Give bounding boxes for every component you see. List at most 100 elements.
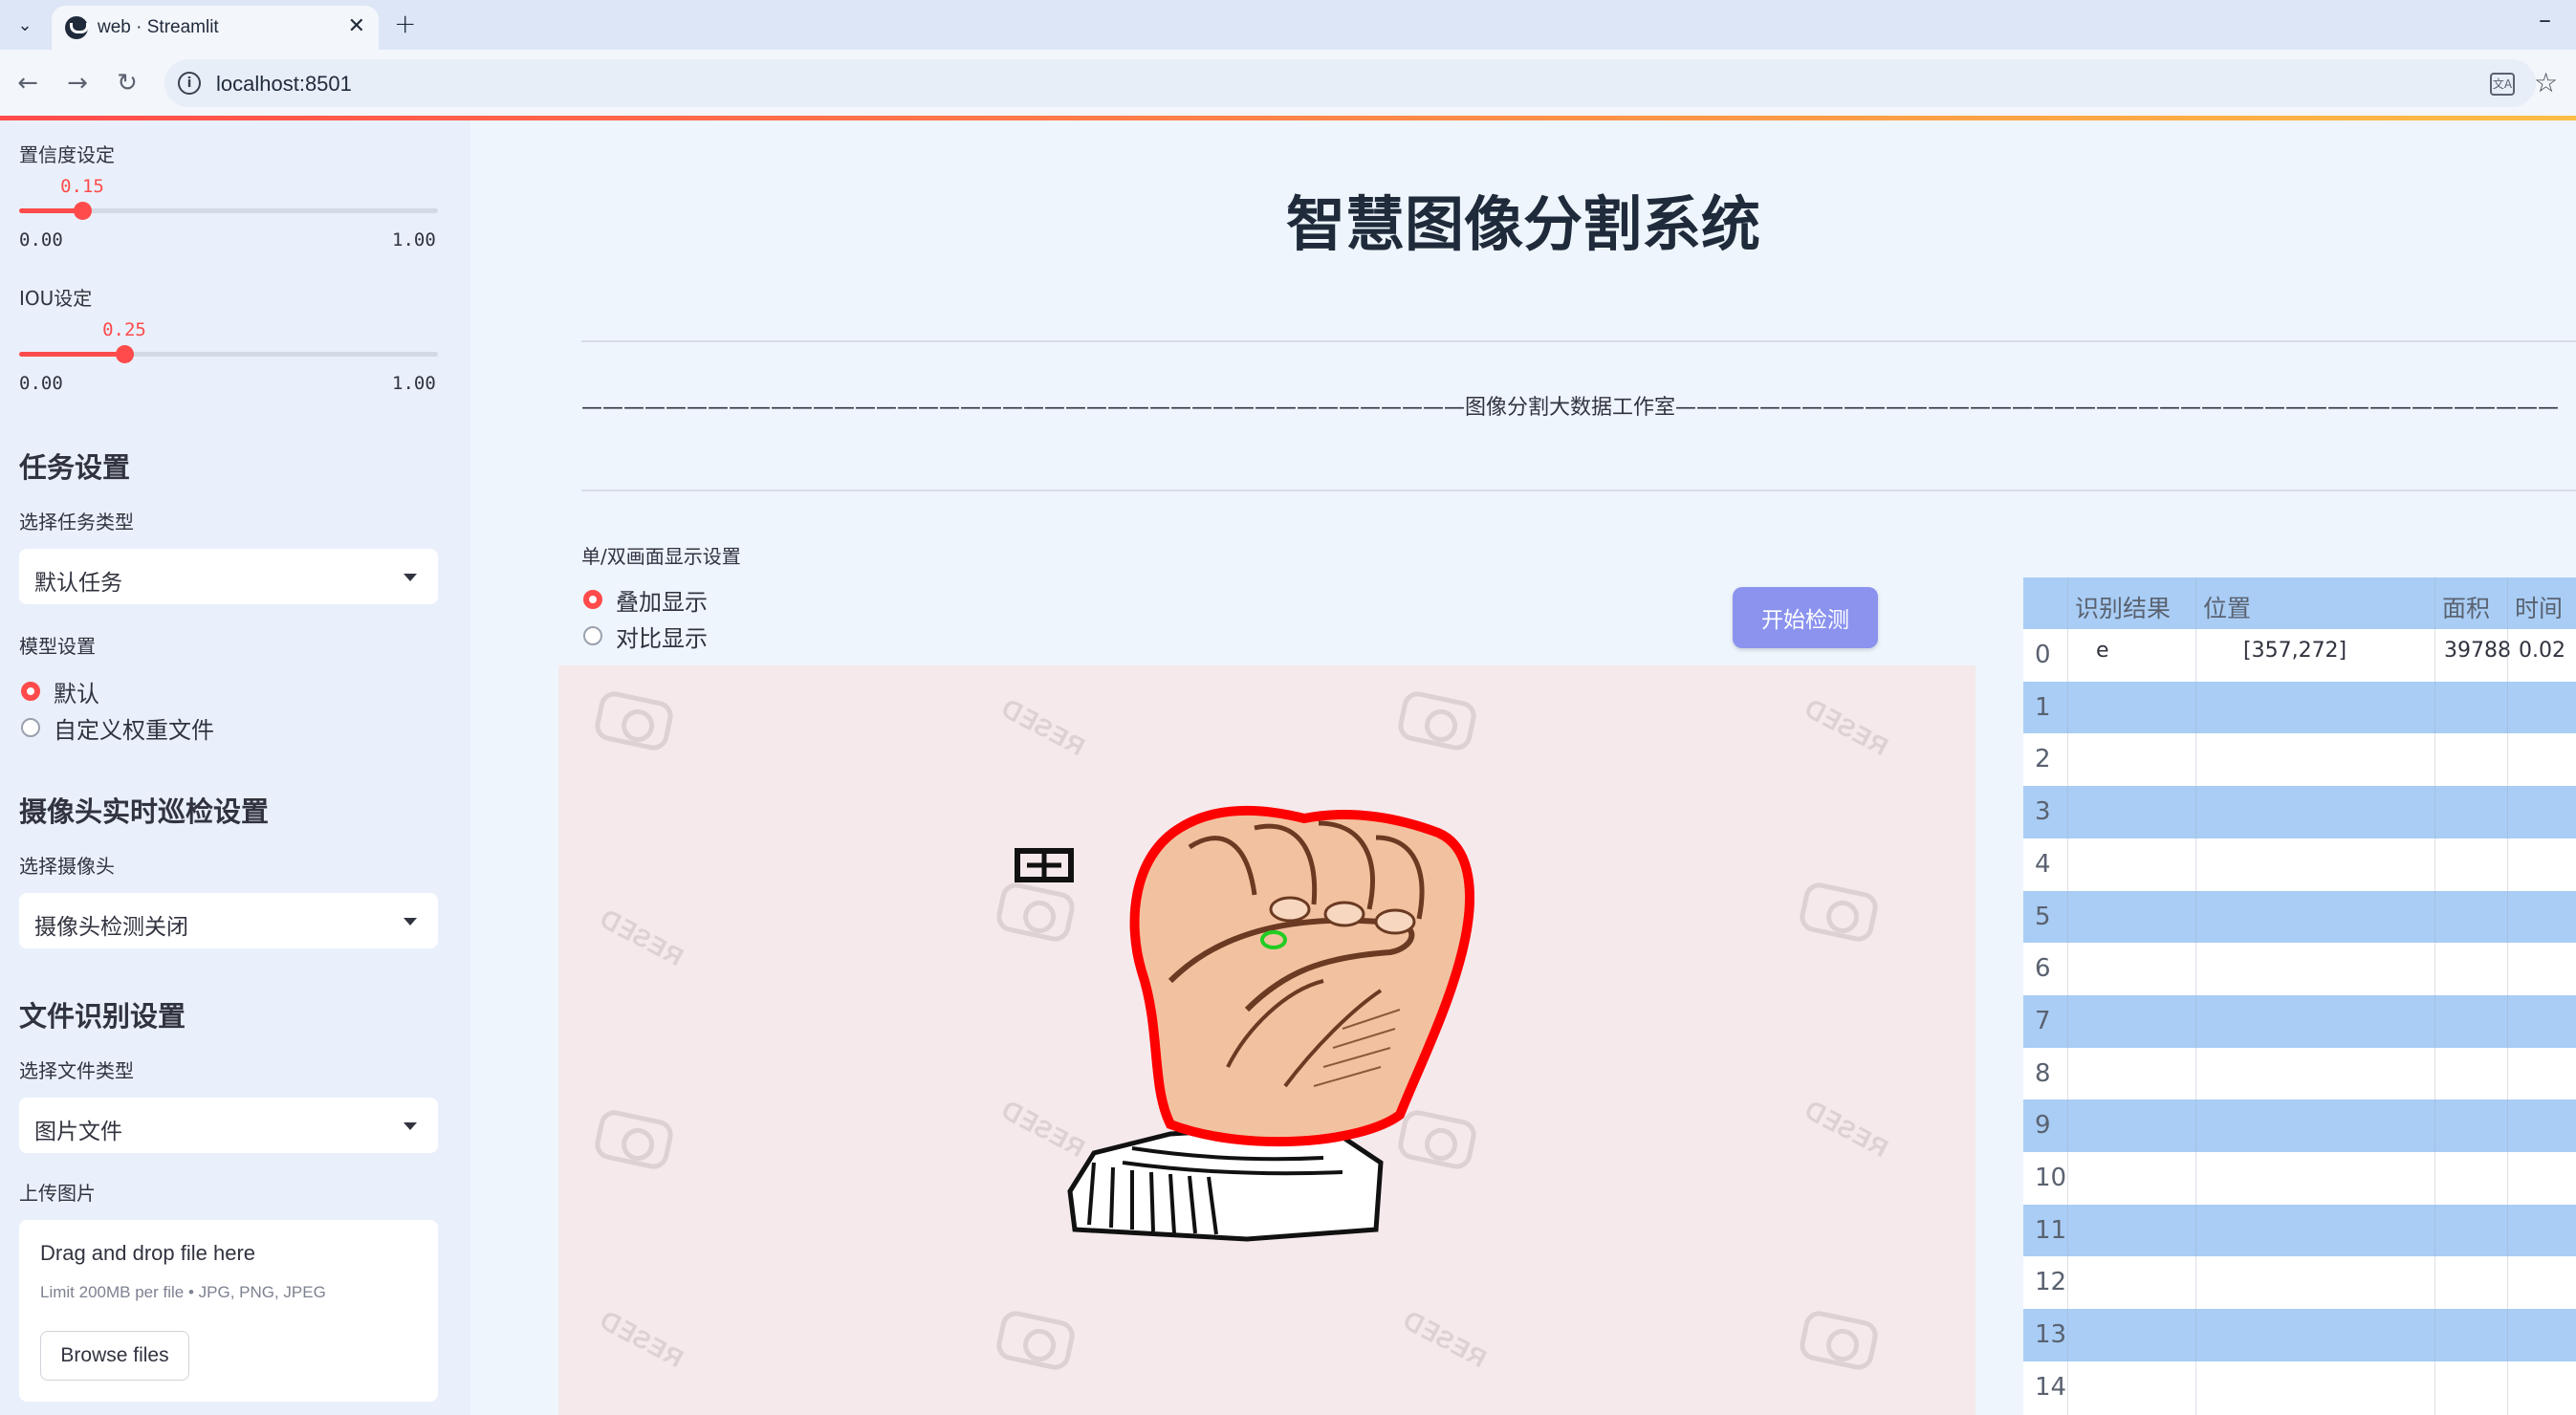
radio-selected-icon[interactable] (583, 590, 602, 609)
cell-result: e (2096, 639, 2109, 663)
iou-max: 1.00 (392, 373, 436, 394)
results-table[interactable]: 0 e [357,272] 39788 0.02 1 2 3 4 5 6 7 8 9 10 11 12 13 14 … (2023, 577, 2576, 1415)
row-index: 12 (2035, 1268, 2067, 1297)
streamlit-favicon-icon (65, 16, 89, 39)
row-index: 11 (2035, 1215, 2067, 1245)
table-row[interactable]: 3 (2023, 786, 2576, 838)
confidence-max: 1.00 (392, 229, 436, 250)
camera-select[interactable]: 摄像头检测关闭 (19, 893, 438, 948)
iou-value: 0.25 (102, 319, 146, 340)
url-field[interactable]: i localhost:8501 (164, 59, 2536, 107)
chevron-down-icon (404, 574, 417, 581)
radio-selected-icon[interactable] (21, 682, 40, 701)
new-tab-plus-icon[interactable]: + (394, 8, 416, 39)
table-row[interactable]: 1 (2023, 681, 2576, 734)
row-index: 3 (2035, 797, 2051, 827)
upload-label: 上传图片 (19, 1182, 96, 1205)
file-type-label: 选择文件类型 (19, 1059, 134, 1082)
row-index: 8 (2035, 1058, 2051, 1088)
tab-title: web · Streamlit (98, 17, 219, 37)
table-row[interactable]: 7 (2023, 994, 2576, 1048)
model-option-custom[interactable]: 自定义权重文件 (21, 711, 214, 744)
radio-unselected-icon[interactable] (21, 718, 40, 737)
cell-area: 39788 (2444, 639, 2511, 663)
table-row[interactable]: 9 (2023, 1099, 2576, 1152)
confidence-slider[interactable] (19, 202, 438, 220)
row-index: 9 (2035, 1111, 2051, 1141)
row-index: 2 (2035, 745, 2051, 774)
browser-tab[interactable]: web · Streamlit ✕ (52, 6, 379, 50)
confidence-slider-thumb[interactable] (74, 202, 92, 220)
camera-select-value: 摄像头检测关闭 (34, 915, 188, 940)
display-mode-label: 单/双画面显示设置 (581, 545, 741, 568)
table-row[interactable]: 6 (2023, 943, 2576, 995)
row-index: 6 (2035, 954, 2051, 984)
table-row[interactable]: 4 (2023, 838, 2576, 891)
header-area[interactable]: 面积 (2442, 590, 2490, 624)
model-option-label: 默认 (54, 680, 99, 708)
column-separator (2195, 577, 2196, 1415)
address-bar-row: ← → ↻ i localhost:8501 文A ☆ (0, 50, 2576, 117)
iou-slider[interactable] (19, 345, 438, 363)
task-type-select[interactable]: 默认任务 (19, 549, 438, 604)
table-row[interactable]: 11 (2023, 1204, 2576, 1257)
display-option-compare[interactable]: 对比显示 (583, 620, 708, 652)
iou-slider-thumb[interactable] (116, 345, 134, 363)
task-type-value: 默认任务 (34, 571, 122, 596)
display-option-label: 对比显示 (616, 624, 708, 652)
tab-close-icon[interactable]: ✕ (348, 14, 365, 38)
display-option-overlay[interactable]: 叠加显示 (583, 583, 708, 616)
file-dropzone[interactable]: Drag and drop file here Limit 200MB per … (19, 1220, 438, 1402)
model-option-label: 自定义权重文件 (54, 716, 214, 744)
table-row[interactable]: 12 (2023, 1256, 2576, 1310)
table-row[interactable]: 10 (2023, 1152, 2576, 1205)
confidence-min: 0.00 (19, 229, 63, 250)
table-row[interactable]: 0 e [357,272] 39788 0.02 (2023, 629, 2576, 682)
header-time[interactable]: 时间 (2515, 590, 2563, 624)
table-row[interactable]: 8 (2023, 1047, 2576, 1100)
radio-unselected-icon[interactable] (583, 626, 602, 645)
subtitle-dashes-left: ————————————————————————————————————————… (581, 396, 1465, 420)
table-row[interactable]: 13 (2023, 1309, 2576, 1361)
url-text[interactable]: localhost:8501 (216, 72, 352, 97)
model-option-default[interactable]: 默认 (21, 675, 99, 708)
fist (1129, 805, 1474, 1147)
main-content: 智慧图像分割系统 ———————————————————————————————… (470, 120, 2576, 1415)
bookmark-star-icon[interactable]: ☆ (2534, 67, 2558, 98)
cell-position: [357,272] (2243, 639, 2347, 663)
row-index: 14 (2035, 1372, 2067, 1402)
confidence-label: 置信度设定 (19, 143, 115, 166)
task-type-label: 选择任务类型 (19, 511, 134, 533)
divider (581, 340, 2576, 342)
chevron-down-icon (404, 918, 417, 925)
column-separator (2434, 577, 2435, 1415)
window-minimize-icon[interactable]: – (2539, 6, 2551, 34)
model-settings-label: 模型设置 (19, 635, 96, 658)
file-type-select[interactable]: 图片文件 (19, 1098, 438, 1153)
table-row[interactable]: 5 (2023, 890, 2576, 944)
browser-tab-bar: ⌄ web · Streamlit ✕ + – (0, 0, 2576, 50)
start-detection-button[interactable]: 开始检测 (1733, 587, 1878, 648)
iou-slider-fill (19, 352, 124, 357)
browse-files-button[interactable]: Browse files (40, 1331, 189, 1381)
header-position[interactable]: 位置 (2203, 590, 2251, 624)
subtitle-text: 图像分割大数据工作室 (1465, 396, 1676, 420)
row-index: 4 (2035, 849, 2051, 879)
dropzone-limit-text: Limit 200MB per file • JPG, PNG, JPEG (40, 1283, 326, 1301)
divider (581, 490, 2576, 491)
detected-glyph-icon (1015, 848, 1074, 882)
cell-time: 0.02 (2519, 639, 2565, 663)
forward-arrow-icon[interactable]: → (61, 67, 94, 99)
back-arrow-icon[interactable]: ← (11, 67, 44, 99)
row-index: 0 (2035, 641, 2051, 669)
table-row[interactable]: 2 (2023, 733, 2576, 787)
row-index: 10 (2035, 1164, 2067, 1192)
header-result[interactable]: 识别结果 (2075, 590, 2171, 624)
reload-icon[interactable]: ↻ (111, 67, 143, 99)
subtitle-line: ————————————————————————————————————————… (581, 390, 2559, 421)
site-info-icon[interactable]: i (178, 72, 201, 95)
result-image: ᗡ∃ƧƎЯ ᗡ∃ƧƎЯ ᗡ∃ƧƎЯ ᗡ∃ƧƎЯ ᗡ∃ƧƎЯ ᗡ∃ƧƎЯ ᗡ∃ƧƎ… (558, 665, 1976, 1415)
translate-icon[interactable]: 文A (2490, 73, 2515, 96)
table-row[interactable]: 14 (2023, 1361, 2576, 1414)
tab-list-chevron-icon[interactable]: ⌄ (8, 8, 42, 42)
